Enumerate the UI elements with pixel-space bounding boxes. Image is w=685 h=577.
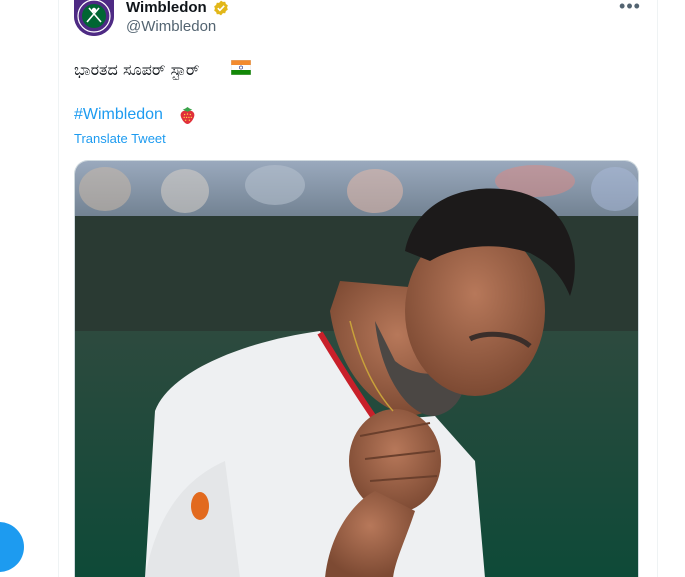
tweet-text: ಭಾರತದ ಸೂಪರ್ ಸ್ಟಾರ್ [74,60,200,79]
more-options-button[interactable]: ••• [618,0,642,16]
translate-tweet-link[interactable]: Translate Tweet [74,131,166,147]
verified-icon[interactable] [213,0,229,16]
tweet-photo[interactable] [74,160,639,577]
compose-button[interactable] [0,522,24,572]
player-photo [75,161,638,577]
india-flag-icon [231,60,251,75]
hashtag-link[interactable]: #Wimbledon [74,105,163,125]
user-handle[interactable]: @Wimbledon [126,18,216,36]
display-name[interactable]: Wimbledon [126,0,207,17]
strawberry-icon [180,106,195,125]
